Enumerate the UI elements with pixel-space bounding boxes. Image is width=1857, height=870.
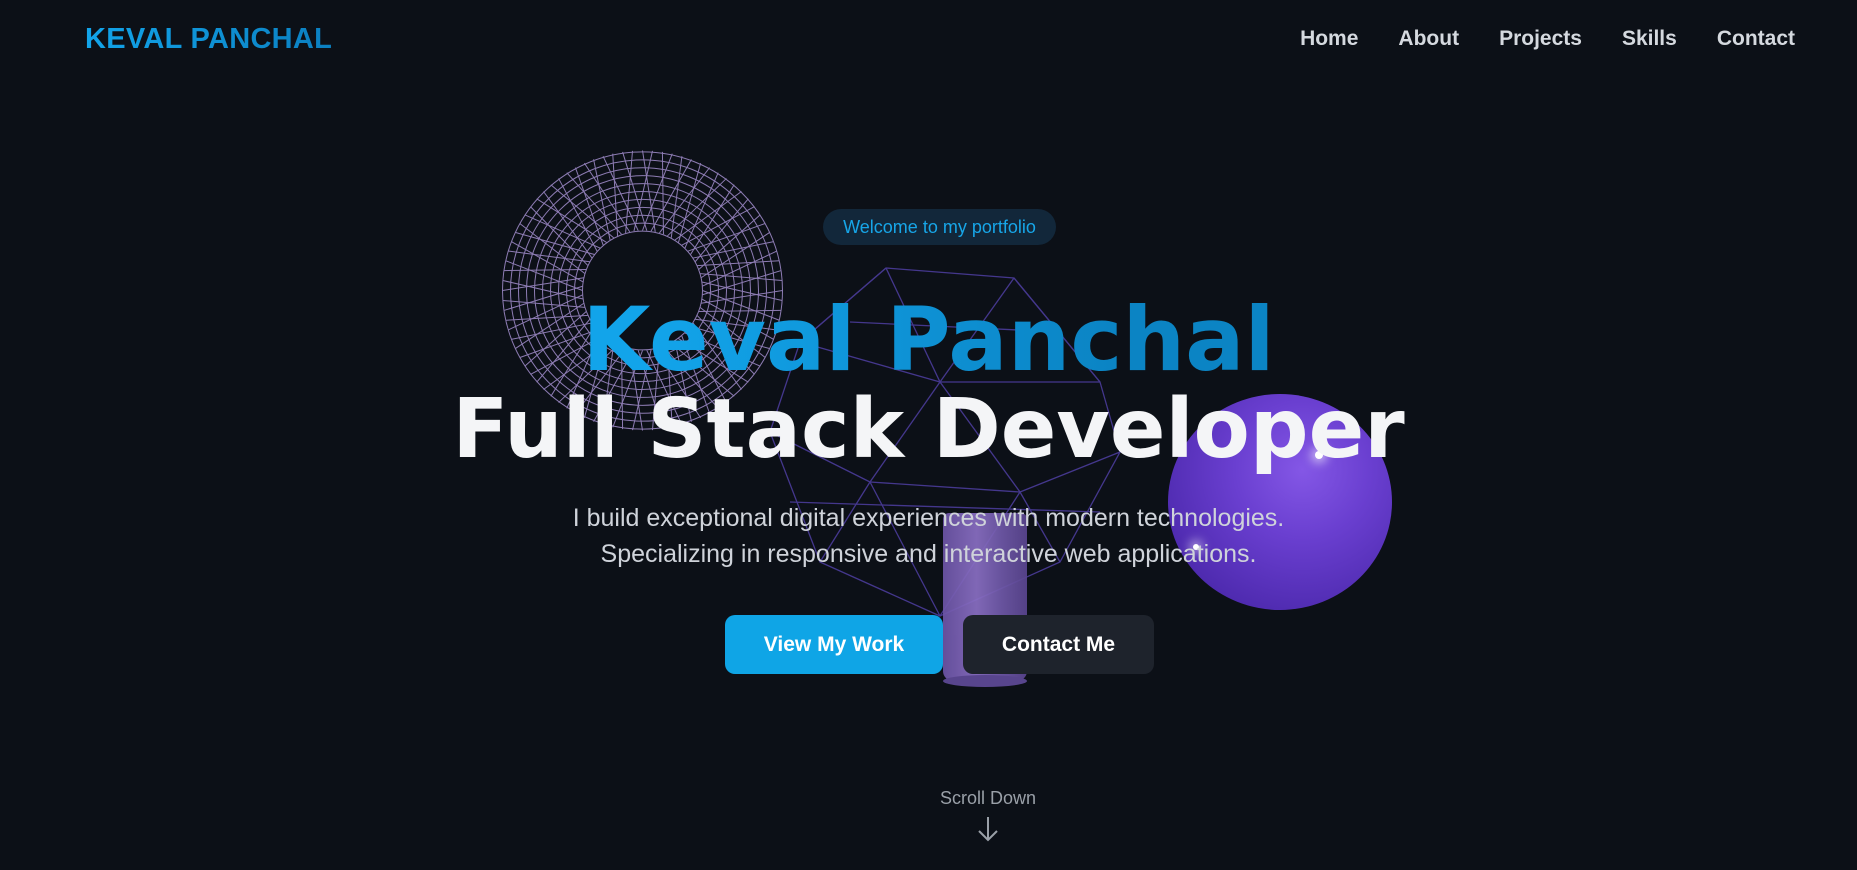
hero-description: I build exceptional digital experiences … xyxy=(0,500,1857,572)
description-line: Specializing in responsive and interacti… xyxy=(600,540,1257,568)
nav-link-projects[interactable]: Projects xyxy=(1499,27,1582,51)
arrow-down-icon xyxy=(978,817,998,842)
nav-link-contact[interactable]: Contact xyxy=(1717,27,1795,51)
hero-section: Welcome to my portfolio Keval Panchal Fu… xyxy=(0,0,1857,870)
scroll-down-label: Scroll Down xyxy=(939,788,1037,808)
top-navigation: KEVAL PANCHAL Home About Projects Skills… xyxy=(0,0,1857,78)
nav-links: Home About Projects Skills Contact xyxy=(1300,27,1795,51)
welcome-badge: Welcome to my portfolio xyxy=(823,209,1056,245)
site-logo[interactable]: KEVAL PANCHAL xyxy=(85,23,332,56)
portfolio-page: KEVAL PANCHAL Home About Projects Skills… xyxy=(0,0,1857,870)
hero-role: Full Stack Developer xyxy=(452,382,1405,477)
hero-name: Keval Panchal xyxy=(0,290,1857,390)
scroll-down-indicator[interactable]: Scroll Down xyxy=(888,788,1088,843)
hero-buttons: View My Work Contact Me xyxy=(725,615,1154,674)
view-my-work-button[interactable]: View My Work xyxy=(725,615,943,674)
nav-link-about[interactable]: About xyxy=(1398,27,1459,51)
contact-me-button[interactable]: Contact Me xyxy=(963,615,1154,674)
nav-link-skills[interactable]: Skills xyxy=(1622,27,1677,51)
description-line: I build exceptional digital experiences … xyxy=(572,504,1285,532)
nav-link-home[interactable]: Home xyxy=(1300,27,1358,51)
